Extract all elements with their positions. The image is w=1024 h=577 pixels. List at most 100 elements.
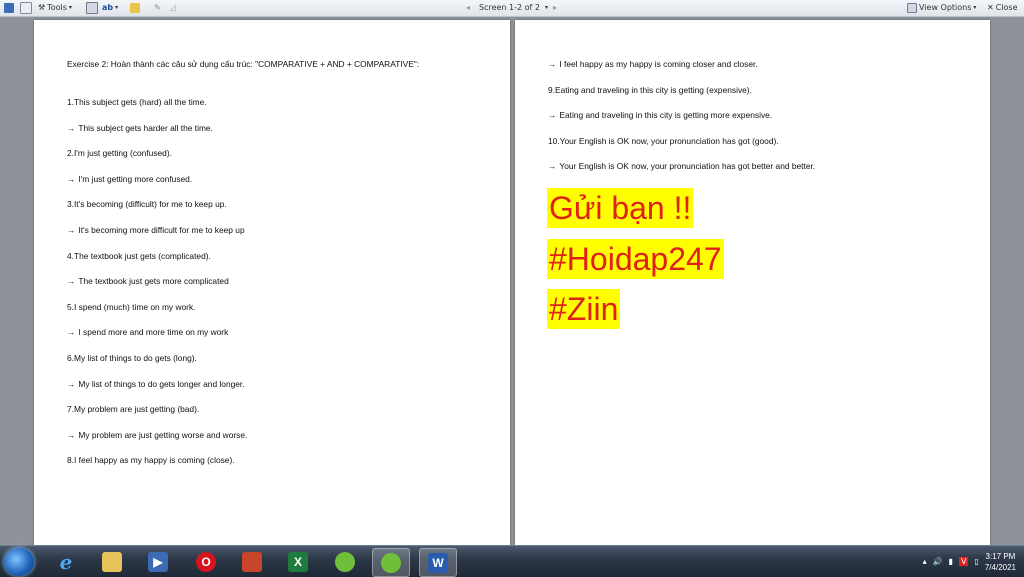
start-button[interactable] [4, 548, 34, 576]
taskbar-app-green[interactable] [327, 548, 363, 575]
word-icon: W [428, 552, 448, 573]
taskbar-media-player[interactable]: ▶ [140, 548, 176, 575]
question-line: 4.The textbook just gets (complicated). [67, 250, 211, 261]
arrow-icon: → [67, 173, 76, 184]
taskbar-opera[interactable]: O [188, 548, 224, 575]
folder-button[interactable] [130, 0, 140, 16]
opera-icon: O [196, 551, 216, 572]
next-screen-button[interactable]: ▸ [553, 0, 557, 16]
close-icon: ✕ [987, 3, 994, 12]
answer-line: → I spend more and more time on my work [67, 327, 229, 338]
taskbar-ie[interactable]: e [48, 548, 84, 575]
answer-line: → I feel happy as my happy is coming clos… [548, 59, 758, 69]
question-line: 1.This subject gets (hard) all the time. [67, 97, 207, 107]
close-button[interactable]: ✕ Close [987, 0, 1018, 16]
antivirus-icon[interactable]: V [958, 557, 969, 566]
question-line: 5.I spend (much) time on my work. [67, 301, 196, 312]
comment-icon: ◿ [170, 3, 177, 12]
question-line: 6.My list of things to do gets (long). [67, 352, 197, 363]
tools-label: Tools [47, 3, 67, 12]
arrow-icon: → [67, 122, 76, 133]
question-line: 9.Eating and traveling in this city is g… [548, 84, 752, 95]
taskbar-app-green-active[interactable] [372, 548, 410, 577]
question-line: 2.I'm just getting (confused). [67, 148, 172, 159]
right-page-text: → I feel happy as my happy is coming clos… [548, 58, 968, 186]
taskbar-explorer[interactable] [94, 548, 130, 575]
reading-area: Exercise 2: Hoàn thành các câu sử dụng c… [0, 17, 1024, 545]
battery-icon[interactable]: ▯ [974, 557, 978, 566]
save-icon [4, 3, 14, 13]
excel-icon: X [288, 551, 308, 572]
spelling-button[interactable]: ab ▾ [102, 0, 118, 16]
arrow-icon: → [67, 276, 76, 287]
chevron-right-icon: ▸ [553, 3, 558, 12]
highlight-hashtag-hoidap: #Hoidap247 [547, 239, 724, 279]
chevron-down-icon: ▾ [115, 4, 119, 11]
question-line: 8.I feel happy as my happy is coming (cl… [67, 455, 235, 466]
chevron-down-icon: ▾ [68, 4, 72, 11]
question-line: 10.Your English is OK now, your pronunci… [548, 135, 779, 146]
media-player-icon: ▶ [148, 551, 168, 572]
prev-screen-button[interactable]: ◂ [466, 0, 470, 16]
show-hidden-icons-icon[interactable]: ▴ [923, 557, 927, 566]
clock[interactable]: 3:17 PM 7/4/2021 [985, 551, 1016, 573]
arrow-icon: → [67, 429, 76, 440]
answer-line: → Eating and traveling in this city is ge… [548, 110, 773, 121]
taskbar-excel[interactable]: X [280, 548, 316, 575]
chevron-left-icon: ◂ [466, 3, 471, 12]
left-page-text: Exercise 2: Hoàn thành các câu sử dụng c… [67, 58, 487, 480]
clock-date: 7/4/2021 [984, 562, 1016, 572]
system-tray: ▴ 🔊 ▮ V ▯ 3:17 PM 7/4/2021 [923, 546, 1024, 577]
question-line: 7.My problem are just getting (bad). [67, 404, 200, 415]
document-icon [20, 2, 32, 14]
chevron-down-icon: ▾ [545, 4, 549, 11]
answer-line: → Your English is OK now, your pronunciat… [548, 161, 816, 172]
spelling-icon: ab [102, 3, 114, 12]
highlight-text: Gửi bạn !! [547, 188, 694, 228]
page-right[interactable]: → I feel happy as my happy is coming clos… [515, 20, 990, 545]
arrow-icon: → [548, 59, 557, 69]
app-green-icon [335, 551, 355, 572]
tools-menu-button[interactable]: ⚒ Tools ▾ [38, 0, 72, 16]
answer-line: → I'm just getting more confused. [67, 173, 193, 184]
exercise-title: Exercise 2: Hoàn thành các câu sử dụng c… [67, 59, 420, 69]
screen-indicator[interactable]: Screen 1-2 of 2 ▾ [479, 0, 548, 16]
research-button[interactable] [86, 0, 98, 16]
close-label: Close [995, 3, 1018, 12]
folder-icon [102, 551, 122, 572]
page-left[interactable]: Exercise 2: Hoàn thành các câu sử dụng c… [34, 20, 510, 545]
answer-line: → It's becoming more difficult for me to … [67, 224, 245, 235]
taskbar: e ▶ O X W ▴ 🔊 ▮ V ▯ 3:17 PM 7/4/2021 [0, 545, 1024, 577]
taskbar-app[interactable] [234, 548, 270, 575]
highlight-greeting: Gửi bạn !! [547, 188, 694, 228]
arrow-icon: → [548, 161, 557, 172]
tools-icon: ⚒ [38, 3, 46, 12]
view-options-label: View Options [919, 3, 972, 12]
app-green-icon [381, 552, 401, 573]
folder-icon [130, 3, 140, 13]
taskbar-word[interactable]: W [419, 548, 457, 577]
print-preview-button[interactable] [20, 0, 32, 16]
research-icon [86, 2, 98, 14]
arrow-icon: → [67, 327, 76, 338]
clock-time: 3:17 PM [985, 551, 1016, 561]
screen-label: Screen 1-2 of 2 [479, 3, 540, 12]
answer-line: → The textbook just gets more complicated [67, 276, 229, 287]
reading-toolbar: ⚒ Tools ▾ ab ▾ ✎ ◿ ◂ Screen 1-2 of 2 ▾ ▸… [0, 0, 1024, 17]
highlight-text: #Ziin [547, 289, 621, 329]
pen-icon: ✎ [154, 3, 161, 12]
chevron-down-icon: ▾ [973, 4, 977, 11]
arrow-icon: → [67, 224, 76, 235]
answer-line: → This subject gets harder all the time. [67, 122, 213, 133]
app-icon [242, 551, 262, 572]
answer-line: → My problem are just getting worse and w… [67, 429, 248, 440]
view-options-button[interactable]: View Options ▾ [907, 0, 976, 16]
question-line: 3.It's becoming (difficult) for me to ke… [67, 199, 227, 210]
highlighter-button[interactable]: ✎ [154, 0, 161, 16]
highlight-hashtag-ziin: #Ziin [547, 289, 621, 329]
save-button[interactable] [4, 0, 14, 16]
volume-icon[interactable]: 🔊 [933, 557, 943, 566]
comment-button[interactable]: ◿ [170, 0, 176, 16]
internet-explorer-icon: e [59, 549, 73, 574]
network-icon[interactable]: ▮ [949, 557, 953, 566]
